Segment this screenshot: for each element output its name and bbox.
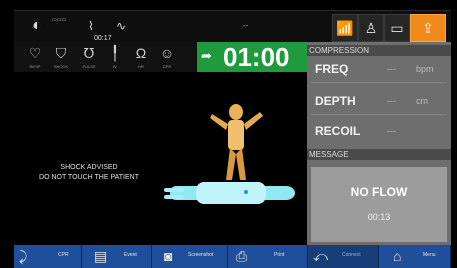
syringe-icon[interactable]: ╿ xyxy=(104,44,126,62)
depth-unit: cm xyxy=(416,96,428,106)
cpr-label: CPR xyxy=(58,252,69,258)
cpr-icon: ⤸ xyxy=(19,248,28,264)
list-icon: ▤ xyxy=(94,248,108,264)
vital-label-iv: IV xyxy=(113,64,117,69)
pulse-icon[interactable]: ∿ xyxy=(112,15,130,37)
heart-icon[interactable]: ♡ xyxy=(24,44,46,62)
vital-label-pulse: PULSE xyxy=(82,64,96,69)
screenshot-button[interactable]: ◙ Screenshot xyxy=(152,245,228,268)
vital-label-shock: SHOCK xyxy=(53,64,69,69)
right-panel: COMPRESSION FREQ --- bpm DEPTH --- cm RE… xyxy=(307,42,451,245)
menu-button[interactable]: ⌂ Menu xyxy=(379,245,451,268)
recoil-value: --- xyxy=(387,126,396,136)
lung-icon[interactable]: ⛉ xyxy=(50,44,72,62)
divider xyxy=(311,82,447,83)
message-time: 00:13 xyxy=(367,212,391,222)
shock-advisory: SHOCK ADVISED DO NOT TOUCH THE PATIENT xyxy=(14,163,164,183)
print-icon: ⎙ xyxy=(236,248,248,264)
cpr-timer[interactable]: ➦ 01:00 xyxy=(197,42,307,72)
timer-value: 01:00 xyxy=(223,42,290,72)
battery-icon[interactable]: ▭ xyxy=(384,14,410,42)
camera-icon: ◙ xyxy=(164,248,173,264)
ecg-icon[interactable]: ⌇ xyxy=(82,15,100,37)
compression-header: COMPRESSION xyxy=(307,45,451,56)
connect-icon: ⤺ xyxy=(313,248,328,264)
person-icon[interactable]: ♙ xyxy=(358,14,384,42)
vital-label-cpr: CPR xyxy=(162,64,172,69)
divider xyxy=(311,114,447,115)
recoil-label: RECOIL xyxy=(315,124,361,138)
patient-figure xyxy=(164,182,295,204)
event-label: Event xyxy=(124,252,137,258)
event-button[interactable]: ▤ Event xyxy=(82,245,152,268)
export-icon[interactable]: ⇪ xyxy=(410,14,446,42)
rescuer-figure xyxy=(210,104,263,180)
top-bar: ◐ ▭▭▭ ⌇ ∿ 00:17 -- 📶 ♙ ▭ ⇪ xyxy=(14,10,451,43)
wifi-icon[interactable]: 📶 xyxy=(332,14,358,42)
elapsed-time: 00:17 xyxy=(94,35,112,42)
message-header: MESSAGE xyxy=(307,149,451,160)
stethoscope-icon[interactable]: Ω xyxy=(130,44,152,62)
shock-line-2: DO NOT TOUCH THE PATIENT xyxy=(39,174,139,181)
center-indicator: -- xyxy=(243,21,249,30)
screenshot-label: Screenshot xyxy=(188,252,214,258)
cpr-button[interactable]: ⤸ CPR xyxy=(14,245,82,268)
record-icon[interactable]: ▭▭▭ xyxy=(52,17,66,23)
depth-label: DEPTH xyxy=(315,94,356,108)
shock-line-1: SHOCK ADVISED xyxy=(60,164,118,171)
vital-label-hr: HR xyxy=(138,64,144,69)
freq-unit: bpm xyxy=(416,64,434,74)
connect-label: Connect xyxy=(342,252,361,258)
print-label: Print xyxy=(274,252,285,258)
home-icon: ⌂ xyxy=(393,248,402,264)
vital-label-resp: RESP xyxy=(29,64,41,69)
freq-value: --- xyxy=(387,64,396,74)
menu-label: Menu xyxy=(423,252,436,258)
patient-manikin-illustration xyxy=(164,104,295,204)
print-button[interactable]: ⎙ Print xyxy=(228,245,308,268)
freq-label: FREQ xyxy=(315,62,349,76)
face-icon[interactable]: ☺ xyxy=(156,44,178,62)
pulse-icon[interactable]: ℧ xyxy=(78,44,100,62)
depth-value: --- xyxy=(387,96,396,106)
play-icon[interactable]: ➦ xyxy=(201,48,212,64)
message-box: NO FLOW 00:13 xyxy=(311,167,447,242)
message-text: NO FLOW xyxy=(350,185,408,199)
connect-button[interactable]: ⤺ Connect xyxy=(308,245,379,268)
volume-icon[interactable]: ◐ xyxy=(28,15,46,37)
bottom-toolbar: ⤸ CPR ▤ Event ◙ Screenshot ⎙ Print ⤺ Con… xyxy=(14,245,451,268)
